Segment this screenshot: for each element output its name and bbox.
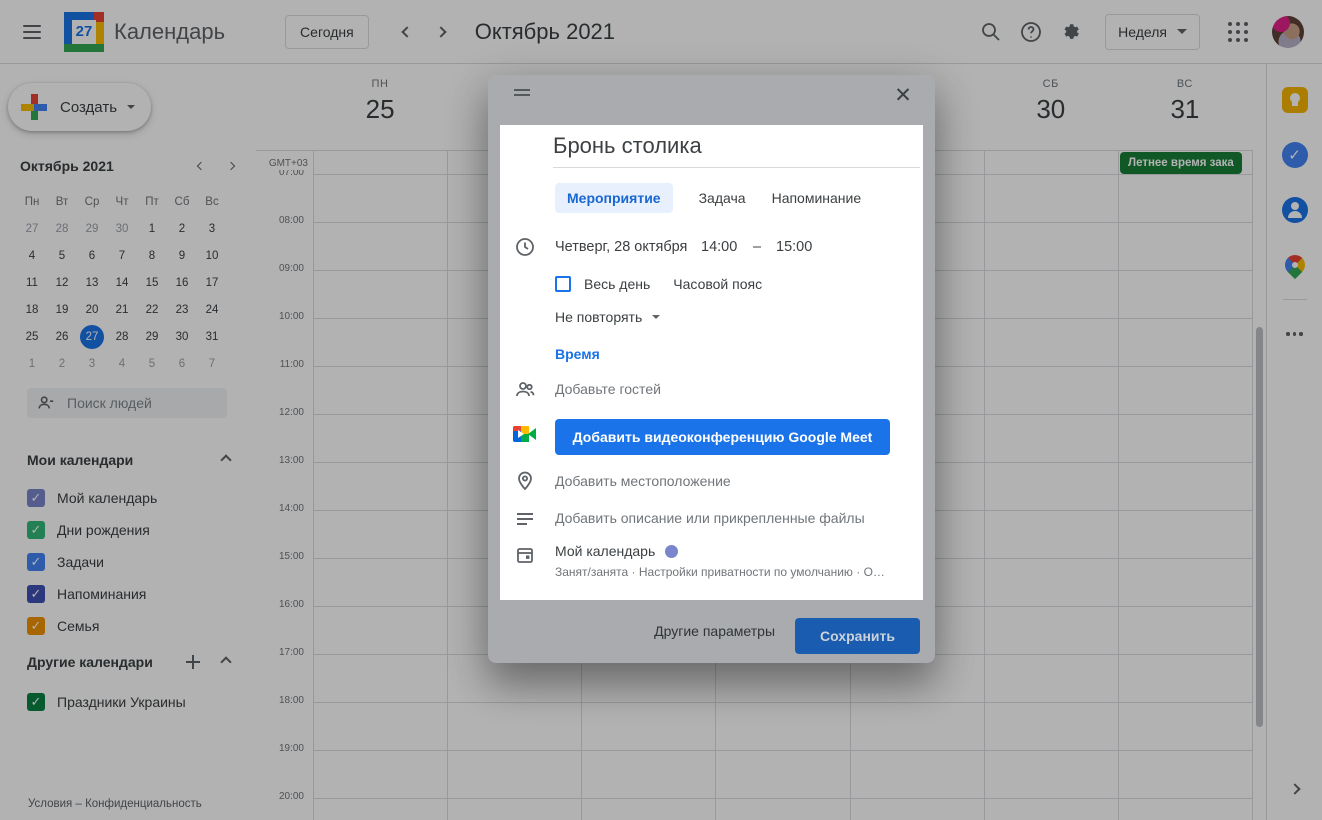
event-datetime[interactable]: Четверг, 28 октября 14:00 – 15:00 [555, 236, 812, 258]
tab-item[interactable]: Напоминание [772, 183, 862, 213]
more-options-button[interactable]: Другие параметры [654, 623, 775, 639]
close-icon[interactable]: ✕ [887, 79, 919, 111]
all-day-checkbox[interactable] [555, 276, 571, 292]
drag-handle-icon[interactable] [514, 89, 530, 99]
guests-icon [513, 378, 537, 402]
location-pin-icon [513, 469, 537, 493]
save-button[interactable]: Сохранить [795, 618, 920, 654]
event-date[interactable]: Четверг, 28 октября [555, 239, 701, 255]
clock-icon [513, 235, 537, 259]
add-meet-button[interactable]: Добавить видеоконференцию Google Meet [555, 419, 890, 455]
event-type-tabs: Мероприятие Задача Напоминание [555, 183, 861, 213]
time-dash: – [753, 239, 776, 255]
description-icon [513, 508, 537, 532]
recurrence-label: Не повторять [555, 309, 642, 325]
calendar-select-icon [513, 543, 537, 567]
event-create-dialog: ✕ Бронь столика Мероприятие Задача Напомин… [488, 75, 935, 663]
tab-item[interactable]: Задача [699, 183, 746, 213]
calendar-selector[interactable]: Мой календарь [555, 543, 678, 559]
calendar-settings-summary: Занят/занята · Настройки приватности по … [555, 565, 910, 579]
calendar-color-dot [665, 545, 678, 558]
timezone-link[interactable]: Часовой пояс [673, 276, 762, 292]
add-guests-field[interactable]: Добавьте гостей [555, 381, 661, 397]
dialog-content: Бронь столика Мероприятие Задача Напоминан… [500, 125, 923, 600]
recurrence-dropdown[interactable]: Не повторять [555, 309, 660, 325]
tab-selected[interactable]: Мероприятие [555, 183, 673, 213]
event-start-time[interactable]: 14:00 [701, 239, 753, 255]
event-end-time[interactable]: 15:00 [776, 239, 812, 255]
google-meet-icon [513, 422, 537, 446]
all-day-label: Весь день [584, 276, 650, 292]
calendar-name: Мой календарь [555, 543, 655, 559]
add-location-field[interactable]: Добавить местоположение [555, 473, 731, 489]
all-day-row: Весь день Часовой пояс [555, 272, 762, 296]
chevron-down-icon [652, 315, 660, 319]
find-time-link[interactable]: Время [555, 346, 600, 362]
add-description-field[interactable]: Добавить описание или прикрепленные файл… [555, 510, 865, 526]
event-title-input[interactable]: Бронь столика [553, 131, 920, 168]
